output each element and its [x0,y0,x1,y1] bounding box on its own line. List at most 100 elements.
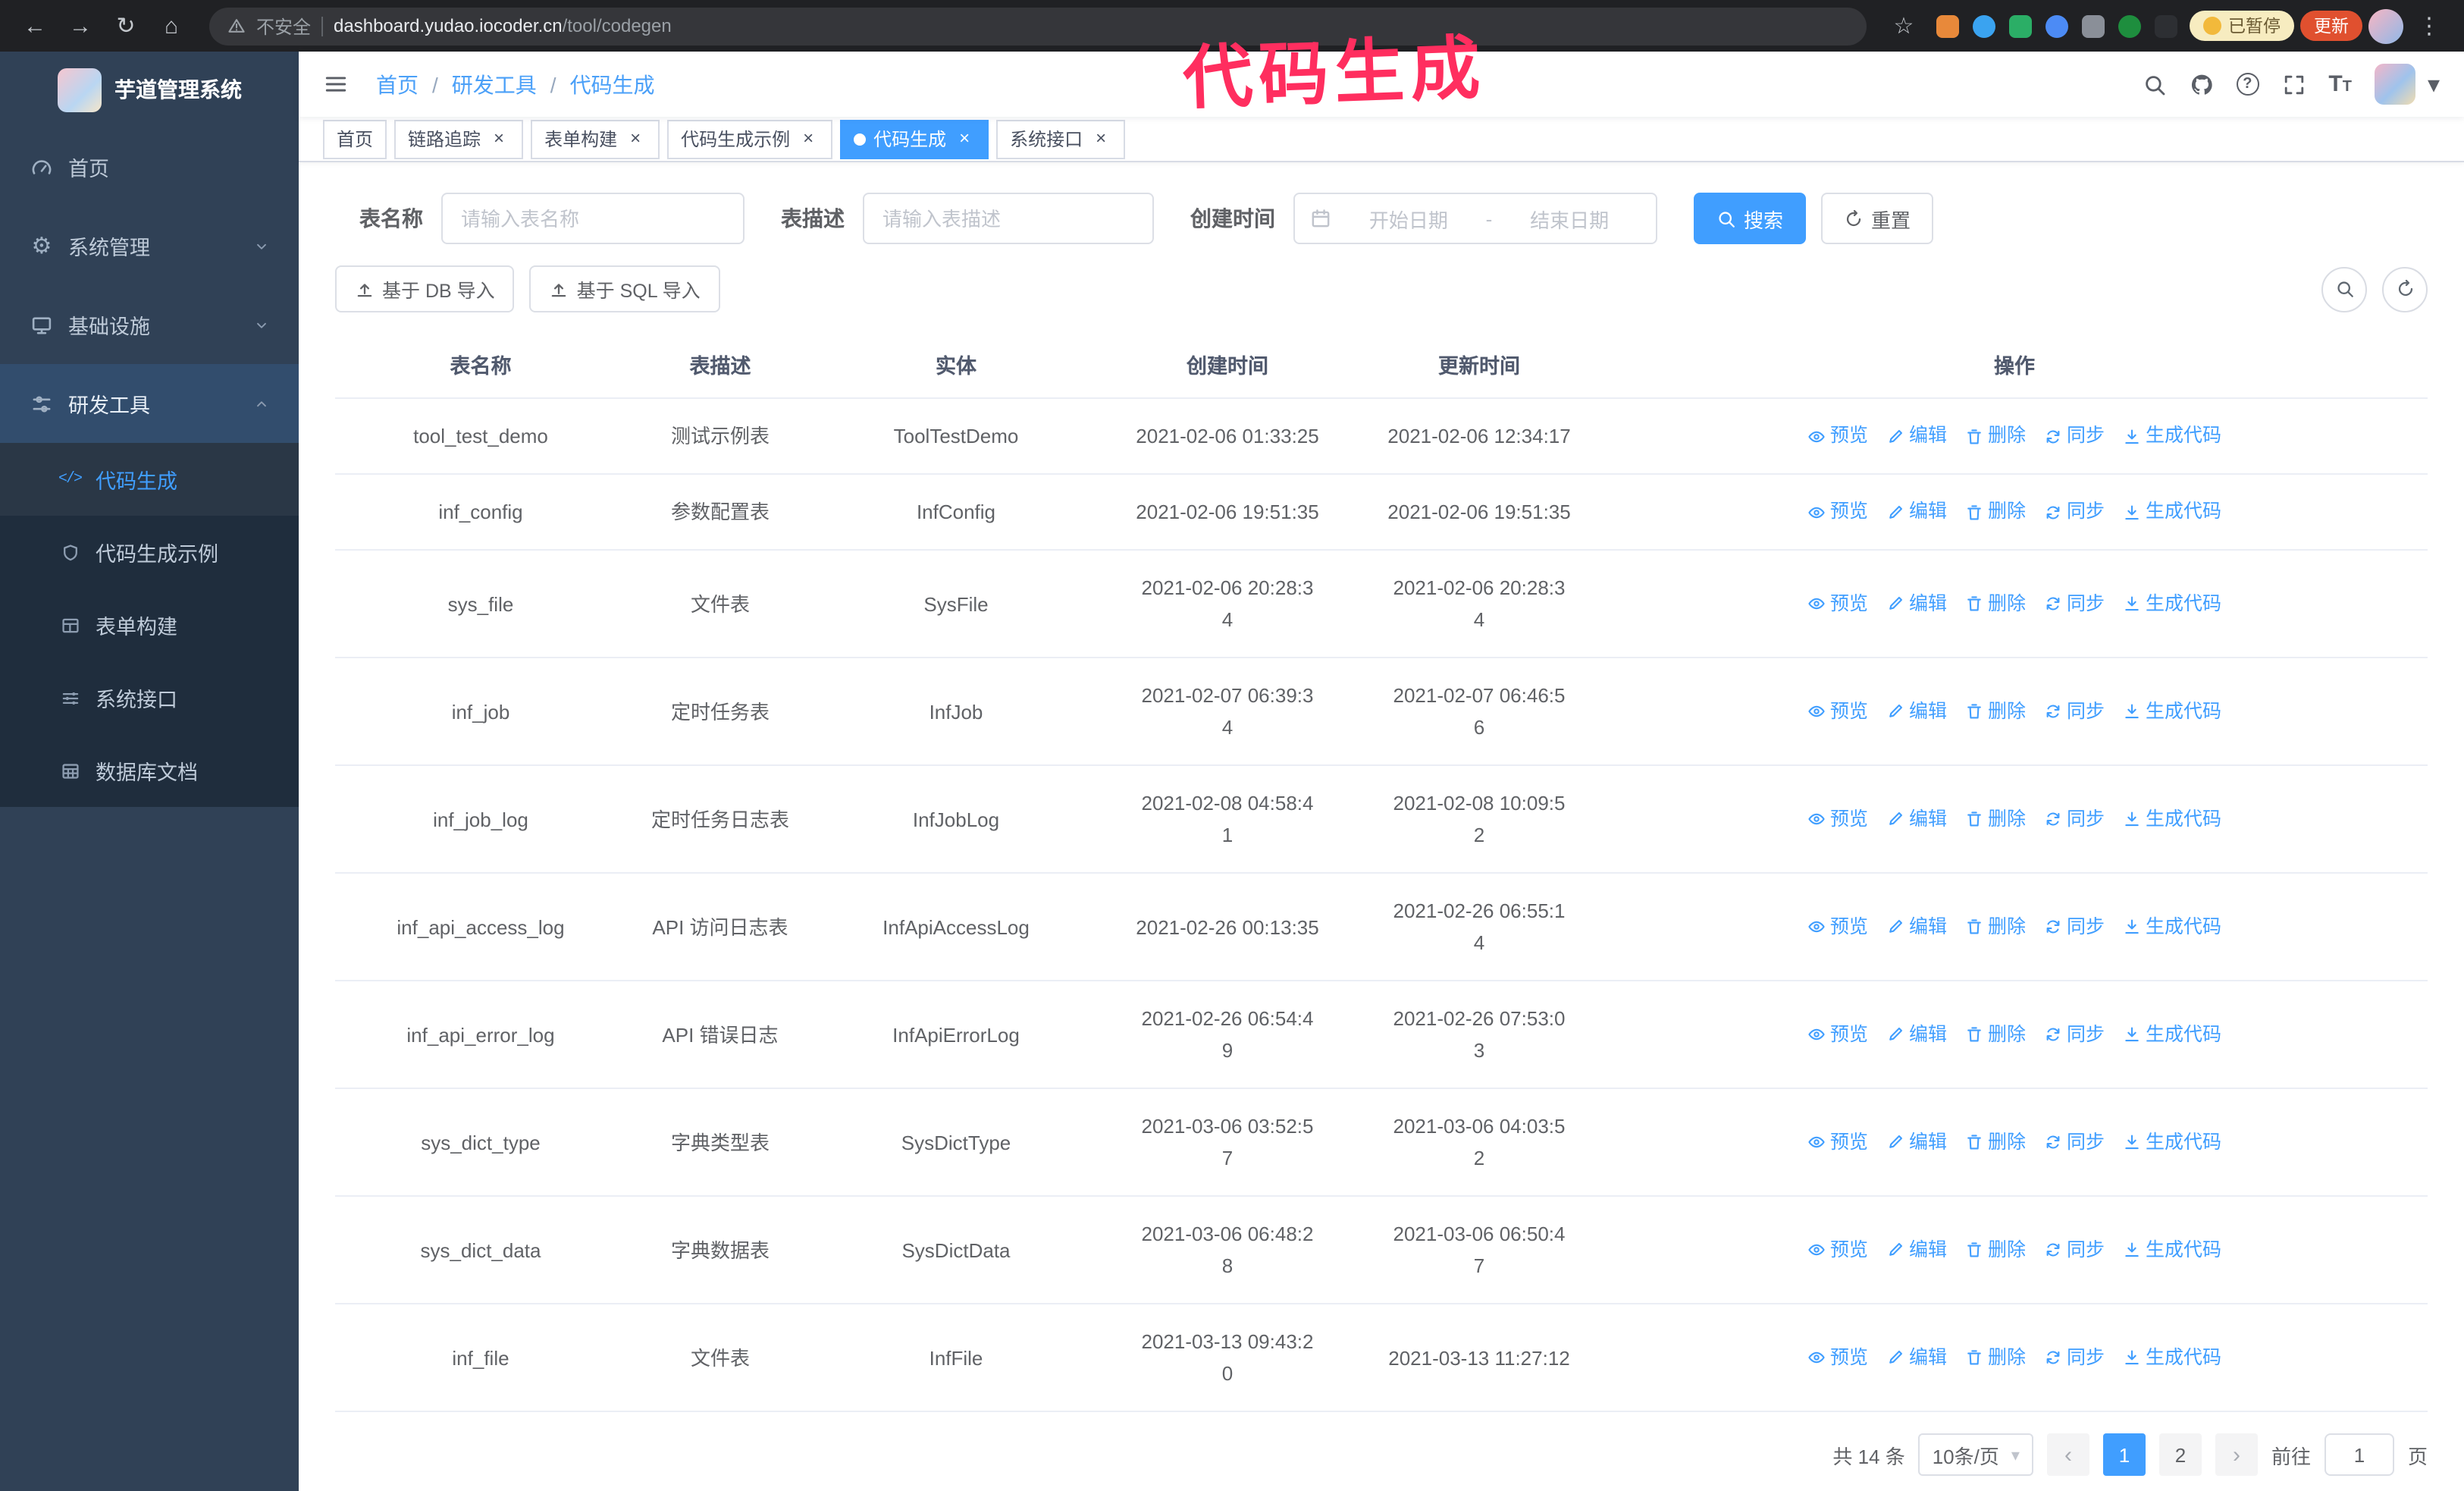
breadcrumb-item-2[interactable]: 代码生成 [570,69,655,99]
home-icon[interactable]: ⌂ [152,6,191,46]
toggle-search-button[interactable] [2321,266,2367,312]
generate-link[interactable]: 生成代码 [2123,1019,2221,1050]
delete-link[interactable]: 删除 [1965,420,2026,452]
chrome-menu-icon[interactable]: ⋮ [2409,6,2449,46]
address-bar[interactable]: 不安全 dashboard.yudao.iocoder.cn/tool/code… [209,7,1866,45]
extension-icon[interactable] [2154,14,2177,37]
extension-icon[interactable] [2081,14,2104,37]
generate-link[interactable]: 生成代码 [2123,1126,2221,1158]
preview-link[interactable]: 预览 [1807,1019,1868,1050]
close-tab-icon[interactable]: × [798,127,819,149]
close-tab-icon[interactable]: × [488,127,509,149]
sync-link[interactable]: 同步 [2044,420,2105,452]
sync-link[interactable]: 同步 [2044,911,2105,943]
bookmark-star-icon[interactable]: ☆ [1884,6,1923,46]
delete-link[interactable]: 删除 [1965,1234,2026,1266]
date-range-picker[interactable]: 开始日期 - 结束日期 [1293,193,1657,244]
search-icon[interactable] [2142,72,2166,96]
preview-link[interactable]: 预览 [1807,588,1868,620]
edit-link[interactable]: 编辑 [1886,803,1947,835]
preview-link[interactable]: 预览 [1807,911,1868,943]
delete-link[interactable]: 删除 [1965,1126,2026,1158]
caret-down-icon[interactable]: ▾ [2428,69,2440,99]
extension-icon[interactable] [1936,14,1958,37]
sidebar-item-dev-tools[interactable]: 研发工具 [0,364,299,443]
sidebar-item-db-doc[interactable]: 数据库文档 [0,734,299,807]
prev-page-button[interactable]: ‹ [2046,1433,2089,1476]
extension-icon[interactable] [1972,14,1995,37]
breadcrumb-item-1[interactable]: 研发工具 [452,69,537,99]
chrome-profile-avatar[interactable] [2368,8,2403,43]
edit-link[interactable]: 编辑 [1886,496,1947,528]
tab-form-builder[interactable]: 表单构建 × [531,119,660,159]
preview-link[interactable]: 预览 [1807,496,1868,528]
sidebar-item-codegen[interactable]: </> 代码生成 [0,443,299,516]
update-button[interactable]: 更新 [2300,11,2362,41]
goto-page-input[interactable] [2324,1433,2394,1476]
preview-link[interactable]: 预览 [1807,420,1868,452]
preview-link[interactable]: 预览 [1807,695,1868,727]
extension-icon[interactable] [2118,14,2140,37]
edit-link[interactable]: 编辑 [1886,420,1947,452]
delete-link[interactable]: 删除 [1965,496,2026,528]
sync-link[interactable]: 同步 [2044,588,2105,620]
table-name-input[interactable] [441,193,745,244]
page-size-select[interactable]: 10条/页 ▾ [1918,1433,2033,1476]
paused-badge[interactable]: 已暂停 [2189,11,2294,41]
font-size-icon[interactable]: TT [2328,71,2352,97]
sidebar-item-system[interactable]: ⚙ 系统管理 [0,206,299,285]
tab-api-doc[interactable]: 系统接口 × [996,119,1126,159]
sidebar-item-codegen-demo[interactable]: 代码生成示例 [0,516,299,589]
preview-link[interactable]: 预览 [1807,1234,1868,1266]
refresh-table-button[interactable] [2382,266,2428,312]
delete-link[interactable]: 删除 [1965,695,2026,727]
breadcrumb-item-0[interactable]: 首页 [376,69,419,99]
hamburger-icon[interactable] [323,71,349,97]
delete-link[interactable]: 删除 [1965,803,2026,835]
sync-link[interactable]: 同步 [2044,496,2105,528]
user-avatar[interactable] [2374,64,2415,105]
sidebar-item-infra[interactable]: 基础设施 [0,285,299,364]
sync-link[interactable]: 同步 [2044,1234,2105,1266]
page-button-2[interactable]: 2 [2158,1433,2202,1476]
tab-codegen-demo[interactable]: 代码生成示例 × [667,119,833,159]
preview-link[interactable]: 预览 [1807,1342,1868,1373]
preview-link[interactable]: 预览 [1807,1126,1868,1158]
close-tab-icon[interactable]: × [625,127,646,149]
github-icon[interactable] [2189,72,2213,96]
fullscreen-icon[interactable] [2281,72,2306,96]
extension-icon[interactable] [2008,14,2031,37]
close-tab-icon[interactable]: × [954,127,975,149]
sidebar-item-form-builder[interactable]: 表单构建 [0,589,299,661]
generate-link[interactable]: 生成代码 [2123,911,2221,943]
table-desc-input[interactable] [863,193,1154,244]
sync-link[interactable]: 同步 [2044,1126,2105,1158]
search-button[interactable]: 搜索 [1694,193,1807,244]
forward-icon[interactable]: → [61,6,100,46]
close-tab-icon[interactable]: × [1090,127,1111,149]
edit-link[interactable]: 编辑 [1886,1342,1947,1373]
delete-link[interactable]: 删除 [1965,1342,2026,1373]
generate-link[interactable]: 生成代码 [2123,695,2221,727]
next-page-button[interactable]: › [2215,1433,2258,1476]
reset-button[interactable]: 重置 [1821,193,1934,244]
sidebar-item-api-doc[interactable]: 系统接口 [0,661,299,734]
delete-link[interactable]: 删除 [1965,588,2026,620]
tab-tracer[interactable]: 链路追踪 × [394,119,524,159]
generate-link[interactable]: 生成代码 [2123,1234,2221,1266]
sync-link[interactable]: 同步 [2044,1019,2105,1050]
sync-link[interactable]: 同步 [2044,803,2105,835]
edit-link[interactable]: 编辑 [1886,911,1947,943]
edit-link[interactable]: 编辑 [1886,588,1947,620]
generate-link[interactable]: 生成代码 [2123,420,2221,452]
sidebar-item-home[interactable]: 首页 [0,127,299,206]
sync-link[interactable]: 同步 [2044,1342,2105,1373]
back-icon[interactable]: ← [15,6,55,46]
app-logo[interactable]: 芋道管理系统 [0,52,299,127]
edit-link[interactable]: 编辑 [1886,695,1947,727]
generate-link[interactable]: 生成代码 [2123,496,2221,528]
sync-link[interactable]: 同步 [2044,695,2105,727]
import-db-button[interactable]: 基于 DB 导入 [335,265,515,312]
edit-link[interactable]: 编辑 [1886,1019,1947,1050]
help-icon[interactable]: ? [2236,73,2259,96]
